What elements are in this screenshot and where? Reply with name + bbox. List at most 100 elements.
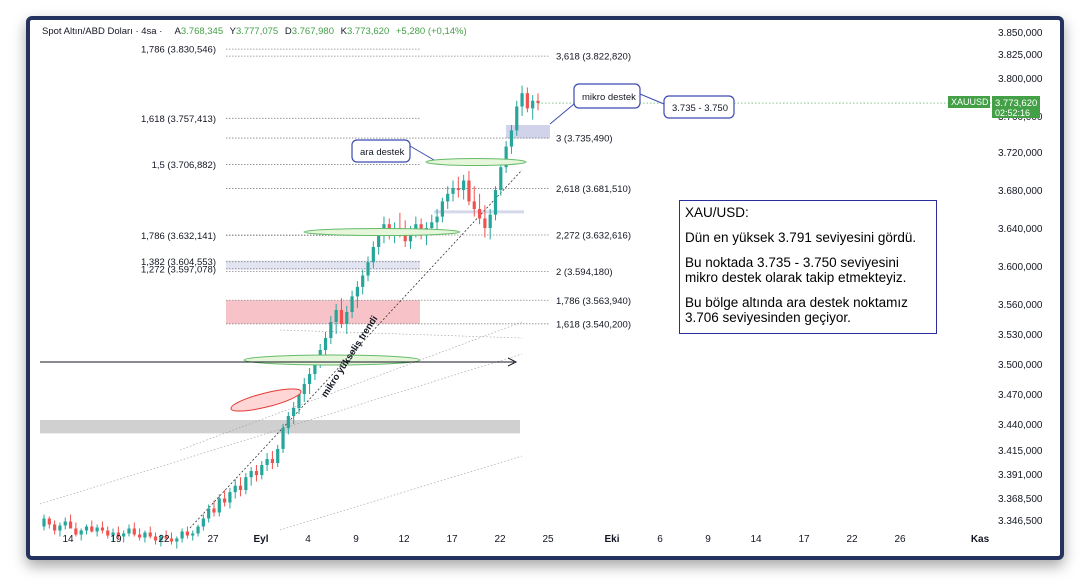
candle-body (180, 531, 184, 539)
fib-lines-layer: 1,786 (3.830,546) 1,618 (3.757,413) 1,5 (3… (141, 45, 631, 331)
candle-body (100, 527, 105, 531)
x-tick-label: 14 (750, 534, 762, 545)
open-value: 3.768,345 (181, 26, 223, 37)
candle-body (90, 526, 94, 532)
close-value: 3.773,620 (347, 26, 389, 37)
candle-body (169, 538, 174, 542)
candle-body (446, 193, 450, 202)
note-paragraph-3: Bu bölge altında ara destek noktamız 3.7… (685, 295, 908, 325)
y-tick-label: 3.680,000 (998, 186, 1043, 197)
callout-mikro-destek-text: mikro destek (582, 92, 636, 103)
candle-body (63, 521, 67, 526)
candle-body (244, 477, 248, 490)
x-tick-label: 27 (207, 534, 219, 545)
x-tick-label: 6 (657, 534, 663, 545)
candle-body (95, 527, 99, 532)
callout-ara-destek[interactable]: ara destek (351, 139, 435, 163)
x-tick-label: 4 (305, 534, 311, 545)
callout-ara-destek-text: ara destek (360, 147, 405, 158)
note-title: XAU/USD: (685, 205, 749, 220)
candle-body (42, 518, 46, 527)
candle-body (302, 384, 306, 394)
fib-label-right: 1,786 (3.563,940) (556, 296, 631, 307)
x-tick-label: 17 (446, 534, 458, 545)
candle-body (435, 216, 439, 223)
note-paragraph-1: Dün en yüksek 3.791 seviyesini gördü. (685, 230, 917, 245)
fib-label-left: 1,786 (3.632,141) (141, 231, 216, 242)
candle-body (509, 130, 514, 147)
y-tick-label: 3.600,000 (998, 262, 1043, 273)
candle-body (228, 492, 232, 503)
candle-body (345, 312, 349, 324)
x-tick-label: 22 (846, 534, 858, 545)
fib-label-right: 2 (3.594,180) (556, 267, 613, 278)
zones-layer (40, 125, 550, 434)
candle-body (127, 528, 131, 534)
fib-label-right: 3,618 (3.822,820) (556, 52, 631, 63)
candle-body (281, 428, 285, 449)
candle-body (79, 530, 83, 535)
analysis-note: XAU/USD: Dün en yüksek 3.791 seviyesini … (679, 200, 937, 334)
candle-body (488, 214, 492, 228)
candle-body (191, 533, 195, 536)
candle-body (265, 459, 269, 465)
candle-body (467, 180, 471, 202)
y-tick-label: 3.720,000 (998, 148, 1043, 159)
candle-body (143, 532, 147, 538)
candle-body (499, 167, 503, 190)
candle-body (185, 531, 190, 536)
high-value: 3.777,075 (236, 26, 278, 37)
candle-body (122, 533, 126, 537)
candle-body (292, 408, 296, 416)
candle-body (462, 180, 466, 190)
y-tick-label: 3.415,000 (998, 446, 1043, 457)
price-tag-symbol: XAUUSD (951, 97, 989, 107)
candle-body (329, 322, 333, 338)
fib-label-right: 3 (3.735,490) (556, 134, 613, 145)
candle-body (350, 296, 354, 312)
x-tick-label: 14 (62, 534, 74, 545)
change-value: +5,280 (+0,14%) (396, 26, 467, 37)
y-tick-label: 3.800,000 (998, 74, 1043, 85)
candle-body (153, 536, 158, 541)
candle-body (297, 394, 301, 408)
candle-body (520, 93, 524, 107)
x-axis[interactable]: 14 19 22 27 Eyl 4 9 12 17 22 25 Eki 6 9 14 17 22 26 Kas (62, 534, 989, 545)
x-tick-label: 25 (542, 534, 554, 545)
note-paragraph-2: Bu noktada 3.735 - 3.750 seviyesini mikr… (685, 255, 907, 285)
candle-body (106, 530, 110, 536)
y-tick-label: 3.825,000 (998, 50, 1043, 61)
x-tick-label: 19 (110, 534, 122, 545)
candle-body (361, 275, 365, 287)
y-tick-label: 3.500,000 (998, 360, 1043, 371)
low-value: 3.767,980 (292, 26, 334, 37)
fib-label-right: 1,618 (3.540,200) (556, 319, 631, 330)
candle-body (483, 218, 487, 228)
candle-body (223, 498, 227, 503)
candle-body (339, 310, 344, 324)
x-tick-label: 12 (398, 534, 410, 545)
callout-mikro-destek[interactable]: mikro destek (549, 83, 641, 125)
candle-body (201, 518, 205, 527)
fib-label-left: 1,272 (3.597,078) (141, 264, 216, 275)
candle-body (238, 485, 243, 490)
price-tag-countdown: 02:52:16 (995, 108, 1030, 118)
callout-range[interactable]: 3.735 - 3.750 (639, 93, 735, 119)
y-tick-label: 3.391,000 (998, 470, 1043, 481)
candle-body (456, 188, 460, 190)
candle-body (515, 106, 519, 131)
y-tick-label: 3.530,000 (998, 330, 1043, 341)
candle-body (132, 528, 136, 535)
candle-body (472, 201, 476, 209)
fib-label-right: 2,272 (3.632,616) (556, 231, 631, 242)
candle-body (207, 508, 211, 519)
candle-body (47, 518, 51, 525)
x-tick-label: 26 (894, 534, 906, 545)
x-tick-label: Kas (971, 534, 990, 545)
x-tick-label: 22 (158, 534, 170, 545)
candle-body (286, 416, 290, 429)
candle-body (53, 524, 57, 531)
fib-label-left: 1,5 (3.706,882) (152, 160, 216, 171)
y-tick-label: 3.368,500 (998, 494, 1043, 505)
candle-body (440, 201, 444, 217)
